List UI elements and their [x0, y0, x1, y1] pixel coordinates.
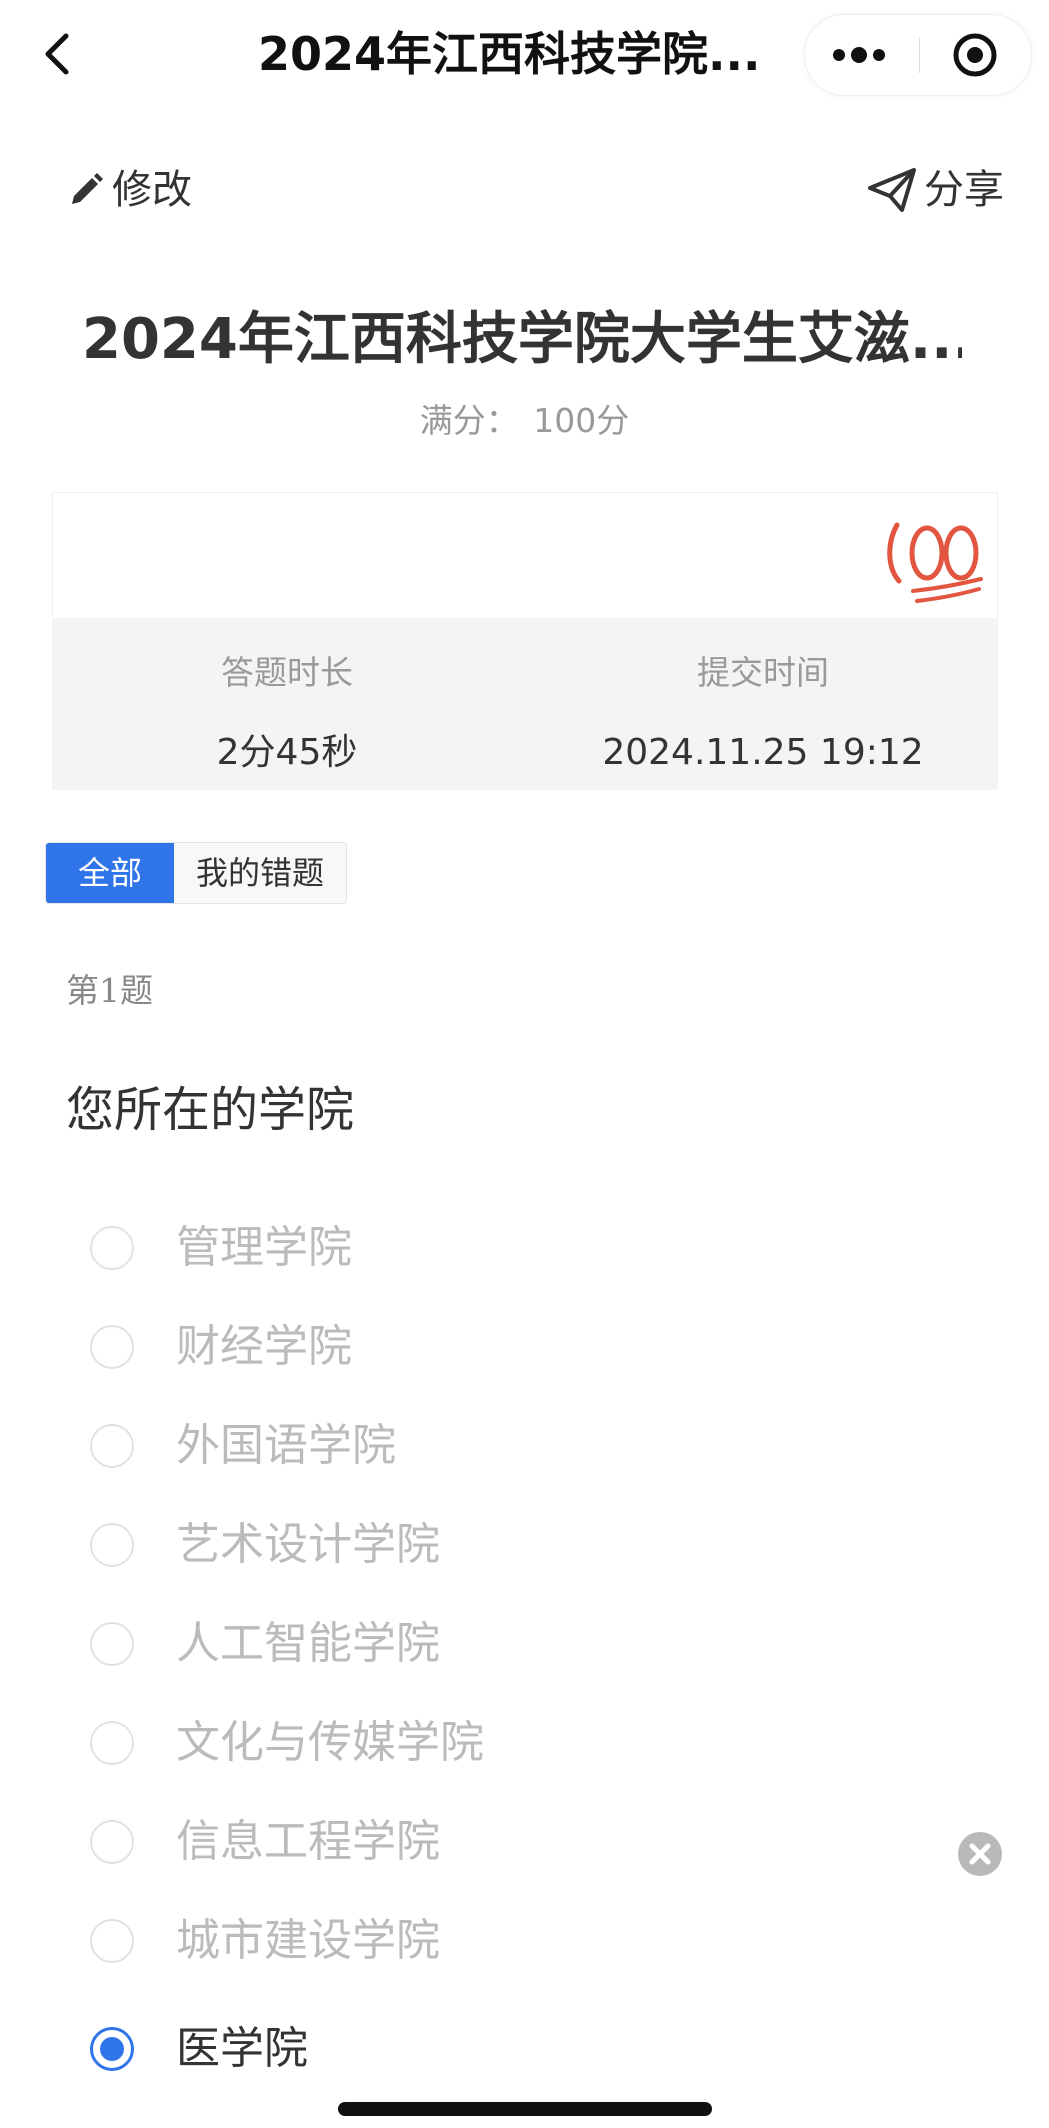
option-label: 艺术设计学院 — [176, 1518, 440, 1570]
option-label: 财经学院 — [176, 1320, 352, 1372]
radio-button[interactable] — [90, 1225, 134, 1270]
option-label: 城市建设学院 — [176, 1914, 440, 1966]
radio-button[interactable] — [90, 1423, 134, 1468]
close-float-button[interactable] — [958, 1832, 1002, 1876]
option-label: 管理学院 — [176, 1221, 352, 1273]
close-icon — [969, 1843, 991, 1865]
share-label: 分享 — [924, 167, 1004, 213]
radio-button[interactable] — [90, 1819, 134, 1864]
submit-time-value: 2024.11.25 19:12 — [602, 732, 924, 773]
close-program-button[interactable] — [951, 31, 999, 79]
option-label: 外国语学院 — [176, 1419, 396, 1471]
hundred-points-icon — [887, 522, 983, 603]
nav-title: 2024年江西科技学院... — [258, 27, 761, 81]
option-item[interactable]: 财经学院 — [90, 1297, 990, 1396]
score-card — [52, 492, 998, 619]
target-icon — [953, 33, 997, 77]
option-item[interactable]: 管理学院 — [90, 1198, 990, 1297]
option-item[interactable]: 外国语学院 — [90, 1396, 990, 1495]
radio-button[interactable] — [90, 1522, 134, 1567]
more-dots-icon — [833, 47, 885, 63]
navigation-bar: 2024年江西科技学院... — [0, 0, 1049, 110]
option-item[interactable]: 人工智能学院 — [90, 1594, 990, 1693]
radio-button[interactable] — [90, 1720, 134, 1765]
option-item[interactable]: 艺术设计学院 — [90, 1495, 990, 1594]
more-button[interactable] — [829, 37, 929, 73]
back-button[interactable] — [38, 28, 84, 80]
duration-label: 答题时长 — [221, 653, 353, 692]
option-label: 人工智能学院 — [176, 1617, 440, 1669]
option-item[interactable]: 城市建设学院 — [90, 1891, 990, 1990]
answer-stats: 答题时长 提交时间 2分45秒 2024.11.25 19:12 — [52, 618, 998, 790]
option-label: 医学院 — [176, 2023, 308, 2074]
tab-wrong-answers[interactable]: 我的错题 — [174, 843, 347, 903]
chevron-left-icon — [45, 33, 69, 75]
share-button[interactable]: 分享 — [866, 160, 1004, 220]
radio-button[interactable] — [90, 1324, 134, 1369]
radio-button-checked[interactable] — [90, 2027, 134, 2071]
full-score-label: 满分： — [419, 401, 519, 440]
option-label: 文化与传媒学院 — [176, 1716, 484, 1768]
radio-button[interactable] — [90, 1918, 134, 1963]
edit-label: 修改 — [112, 167, 192, 213]
option-item-selected[interactable]: 医学院 — [90, 1990, 990, 2108]
capsule-divider — [919, 37, 920, 73]
option-item[interactable]: 信息工程学院 — [90, 1792, 990, 1891]
survey-title: 2024年江西科技学院大学生艾滋... — [82, 307, 962, 372]
home-indicator — [338, 2102, 712, 2116]
option-label: 信息工程学院 — [176, 1815, 440, 1867]
question-number: 第1题 — [66, 971, 153, 1010]
edit-button[interactable]: 修改 — [66, 160, 192, 220]
question-text: 您所在的学院 — [66, 1082, 355, 1138]
full-score-value: 100分 — [533, 401, 630, 440]
tab-all[interactable]: 全部 — [46, 843, 174, 903]
full-score: 满分： 100分 — [0, 396, 1049, 446]
filter-tabs: 全部 我的错题 — [45, 842, 348, 904]
mini-program-capsule — [804, 14, 1032, 96]
radio-button[interactable] — [90, 1621, 134, 1666]
option-list: 管理学院 财经学院 外国语学院 艺术设计学院 人工智能学院 文化与传媒学院 信息… — [90, 1198, 990, 2108]
send-icon — [868, 168, 916, 212]
duration-value: 2分45秒 — [216, 732, 358, 773]
option-item[interactable]: 文化与传媒学院 — [90, 1693, 990, 1792]
pencil-icon — [72, 173, 103, 204]
submit-time-label: 提交时间 — [697, 653, 829, 692]
